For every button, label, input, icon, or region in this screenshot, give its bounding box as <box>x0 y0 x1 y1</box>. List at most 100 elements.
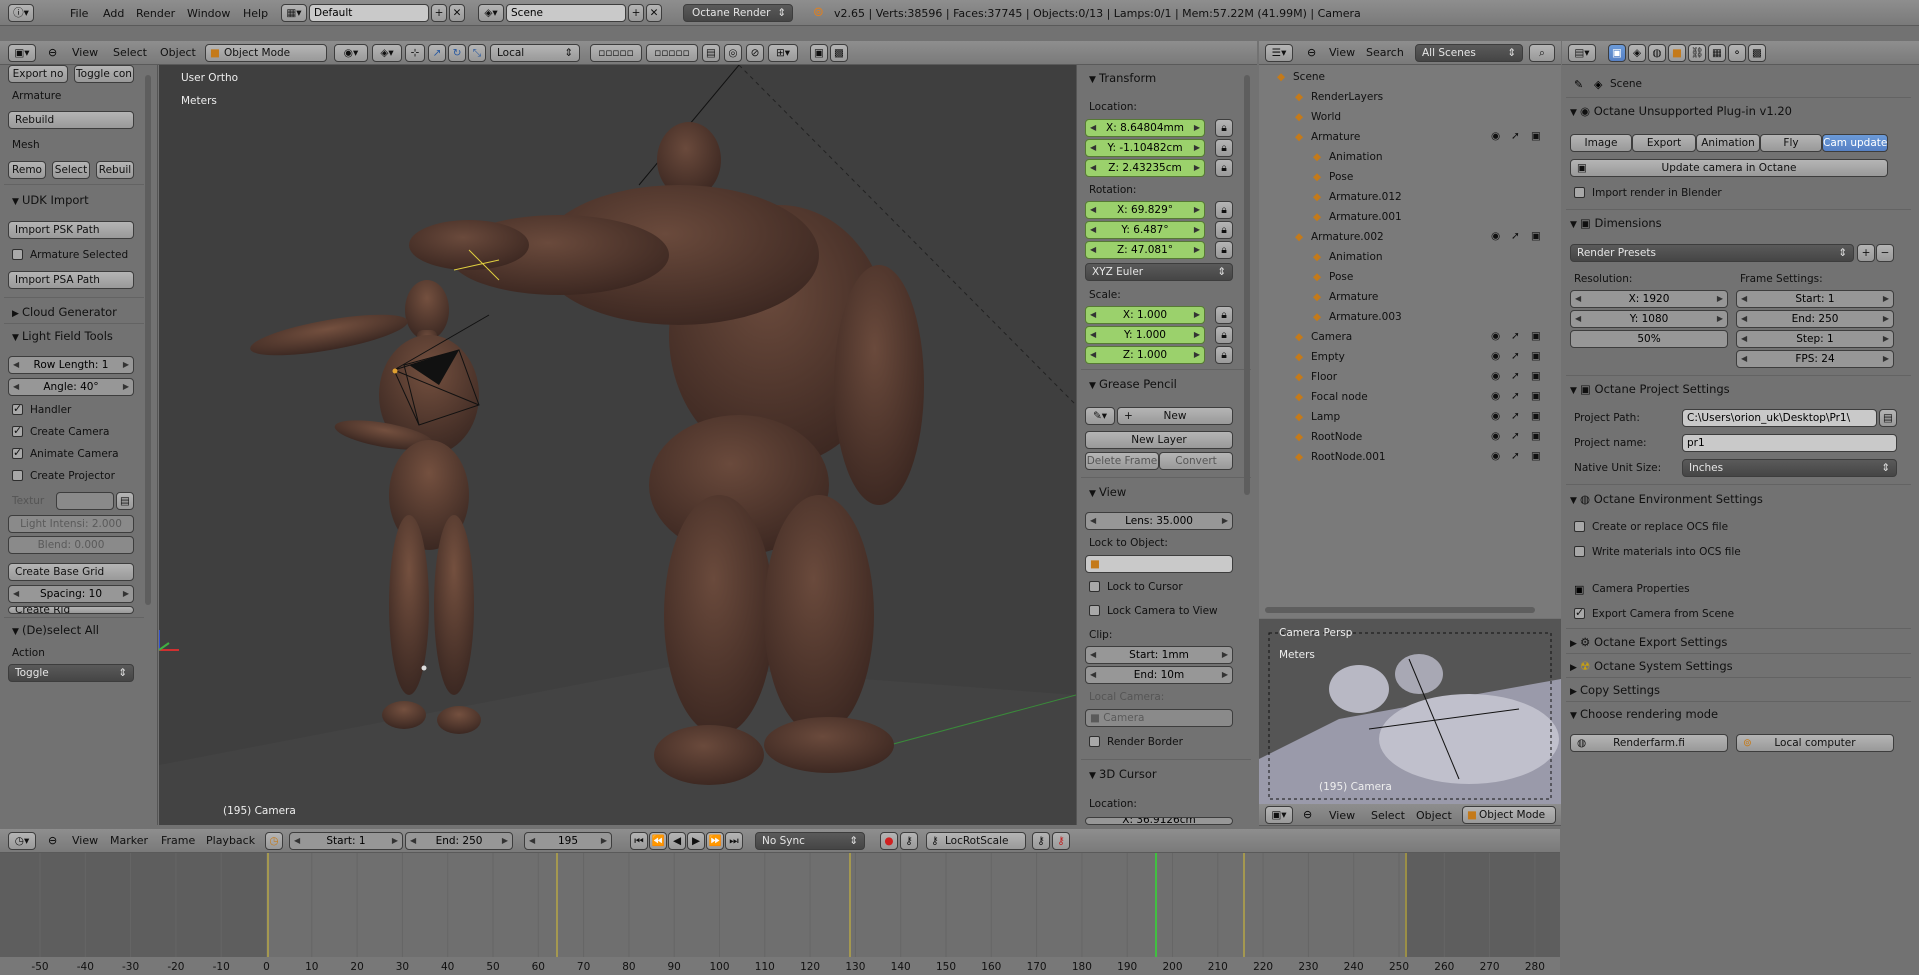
angle-field[interactable]: ◀ Angle: 40° ▶ <box>8 378 134 396</box>
lock-layers-icon[interactable]: ▤ <box>702 44 720 62</box>
timeline-menu-playback[interactable]: Playback <box>206 834 255 847</box>
menu-file[interactable]: File <box>70 7 88 20</box>
jump-prev-key-icon[interactable]: ⏪ <box>649 832 667 850</box>
frame-step-field[interactable]: ◀ Step: 1 ▶ <box>1736 330 1894 348</box>
timeline-menu-view[interactable]: View <box>72 834 98 847</box>
location-z-field[interactable]: ◀ Z: 2.43235cm ▶ <box>1085 159 1205 177</box>
outliner-item[interactable]: ◆ RootNode ◉ ➚ ▣ <box>1259 429 1561 445</box>
create-projector-checkbox[interactable] <box>12 470 23 481</box>
render-toggle-icon[interactable]: ▣ <box>1531 430 1541 442</box>
folder-browse-icon[interactable]: ▤ <box>1879 409 1897 427</box>
timeline-start-field[interactable]: ◀ Start: 1 ▶ <box>289 832 403 850</box>
outliner-item[interactable]: ◆ Lamp ◉ ➚ ▣ <box>1259 409 1561 425</box>
lock-camera-checkbox[interactable] <box>1089 605 1100 616</box>
outliner-item[interactable]: ◆ Pose <box>1259 269 1561 285</box>
render-presets-dropdown[interactable]: Render Presets ⇕ <box>1570 244 1854 262</box>
play-reverse-icon[interactable]: ◀ <box>668 832 686 850</box>
project-settings-panel-header[interactable]: ▼ ▣ Octane Project Settings <box>1570 382 1730 396</box>
clip-end-field[interactable]: ◀ End: 10m ▶ <box>1085 666 1233 684</box>
lock-to-cursor-checkbox[interactable] <box>1089 581 1100 592</box>
project-name-field[interactable]: pr1 <box>1682 434 1897 452</box>
outliner-item[interactable]: ◆ Scene <box>1259 69 1561 85</box>
eye-icon[interactable]: ◉ <box>1491 370 1500 382</box>
frame-start-field[interactable]: ◀ Start: 1 ▶ <box>1736 290 1894 308</box>
pencil-icon[interactable]: ✎▾ <box>1085 407 1115 425</box>
select-button[interactable]: Select <box>52 161 90 179</box>
eye-icon[interactable]: ◉ <box>1491 130 1500 142</box>
properties-editor-icon[interactable]: ▤▾ <box>1568 44 1596 62</box>
animate-camera-checkbox[interactable] <box>12 446 23 459</box>
delete-frame-button[interactable]: Delete Frame <box>1085 452 1159 470</box>
layers-grid-b[interactable]: ▫▫▫▫▫ <box>646 44 698 62</box>
export-button[interactable]: Export no <box>8 65 68 83</box>
jump-start-icon[interactable]: ⏮ <box>630 832 648 850</box>
menu-render[interactable]: Render <box>136 7 175 20</box>
outliner-item[interactable]: ◆ Focal node ◉ ➚ ▣ <box>1259 389 1561 405</box>
timeline-menu-marker[interactable]: Marker <box>110 834 148 847</box>
keying-set-dropdown[interactable]: ⚷ LocRotScale <box>926 832 1026 850</box>
current-frame-field[interactable]: ◀ 195 ▶ <box>524 832 612 850</box>
camview-mode-dropdown[interactable]: ■ Object Mode <box>1462 806 1556 824</box>
camview-menu-object[interactable]: Object <box>1416 809 1452 822</box>
camview-menu-view[interactable]: View <box>1329 809 1355 822</box>
remove-button[interactable]: Remo <box>8 161 46 179</box>
render-engine-dropdown[interactable]: Octane Render ⇕ <box>683 4 793 22</box>
outliner-item[interactable]: ◆ Armature.003 <box>1259 309 1561 325</box>
shading-dropdown[interactable]: ◉▾ <box>334 44 368 62</box>
tab-fly[interactable]: Fly <box>1760 134 1822 152</box>
project-path-field[interactable]: C:\Users\orion_uk\Desktop\Pr1\ <box>1682 409 1877 427</box>
cursor-select-icon[interactable]: ➚ <box>1511 230 1520 242</box>
lock-scale-z-icon[interactable]: 🔒︎ <box>1215 346 1233 364</box>
tab-animation[interactable]: Animation <box>1696 134 1760 152</box>
res-percent-field[interactable]: 50% <box>1570 330 1728 348</box>
object-context-icon[interactable]: ■ <box>1668 44 1686 62</box>
render-toggle-icon[interactable]: ▣ <box>1531 450 1541 462</box>
menu-window[interactable]: Window <box>187 7 230 20</box>
lock-scale-x-icon[interactable]: 🔒︎ <box>1215 306 1233 324</box>
blend-field[interactable]: Blend: 0.000 <box>8 536 134 554</box>
render-border-checkbox[interactable] <box>1089 736 1100 747</box>
tab-export[interactable]: Export <box>1632 134 1696 152</box>
outliner-item[interactable]: ◆ World <box>1259 109 1561 125</box>
location-x-field[interactable]: ◀ X: 8.64804mm ▶ <box>1085 119 1205 137</box>
rotation-mode-dropdown[interactable]: XYZ Euler ⇕ <box>1085 263 1233 281</box>
outliner-item[interactable]: ◆ RenderLayers <box>1259 89 1561 105</box>
outliner-item[interactable]: ◆ Armature.001 <box>1259 209 1561 225</box>
armature-selected-checkbox[interactable] <box>12 249 23 260</box>
tool-shelf-scrollbar[interactable] <box>145 75 151 605</box>
local-computer-button[interactable]: ⊚ Local computer <box>1736 734 1894 752</box>
eye-icon[interactable]: ◉ <box>1491 410 1500 422</box>
lock-location-y-icon[interactable]: 🔒︎ <box>1215 139 1233 157</box>
action-dropdown[interactable]: Toggle ⇕ <box>8 664 134 682</box>
export-camera-checkbox[interactable] <box>1574 606 1585 619</box>
render-toggle-icon[interactable]: ▣ <box>1531 230 1541 242</box>
collapse-menu-icon[interactable]: ⊖ <box>1303 808 1312 821</box>
transform-panel-header[interactable]: ▼ Transform <box>1089 71 1156 85</box>
rebuild-button[interactable]: Rebuild <box>8 111 134 129</box>
keying-set-icon[interactable]: ⚷ <box>900 832 918 850</box>
tab-image[interactable]: Image <box>1570 134 1632 152</box>
camview-editor-icon[interactable]: ▣▾ <box>1265 806 1293 824</box>
eye-icon[interactable]: ◉ <box>1491 450 1500 462</box>
outliner-hscrollbar[interactable] <box>1265 607 1535 613</box>
cursor-select-icon[interactable]: ➚ <box>1511 130 1520 142</box>
outliner-menu-view[interactable]: View <box>1329 46 1355 59</box>
cursor-select-icon[interactable]: ➚ <box>1511 430 1520 442</box>
sync-dropdown[interactable]: No Sync ⇕ <box>755 832 865 850</box>
layout-selector[interactable]: Default <box>309 4 429 22</box>
create-ocs-checkbox[interactable] <box>1574 521 1585 532</box>
update-camera-button[interactable]: ▣ Update camera in Octane <box>1570 159 1888 177</box>
renderfarm-button[interactable]: ◍ Renderfarm.fi <box>1570 734 1728 752</box>
editor-type-icon[interactable]: ▣▾ <box>8 44 36 62</box>
collapse-menu-icon[interactable]: ⊖ <box>48 46 57 59</box>
manipulator-toggle[interactable]: ⊹ <box>405 44 425 62</box>
proportional-edit-icon[interactable]: ◎ <box>724 44 742 62</box>
eye-icon[interactable]: ◉ <box>1491 230 1500 242</box>
deselect-all-panel-header[interactable]: ▼ (De)select All <box>12 623 99 637</box>
3d-cursor-panel-header[interactable]: ▼ 3D Cursor <box>1089 767 1157 781</box>
outliner-item[interactable]: ◆ Floor ◉ ➚ ▣ <box>1259 369 1561 385</box>
preview-range-icon[interactable]: ◷ <box>265 832 283 850</box>
res-y-field[interactable]: ◀ Y: 1080 ▶ <box>1570 310 1728 328</box>
grease-new-button[interactable]: + New <box>1117 407 1233 425</box>
render-toggle-icon[interactable]: ▣ <box>1531 410 1541 422</box>
